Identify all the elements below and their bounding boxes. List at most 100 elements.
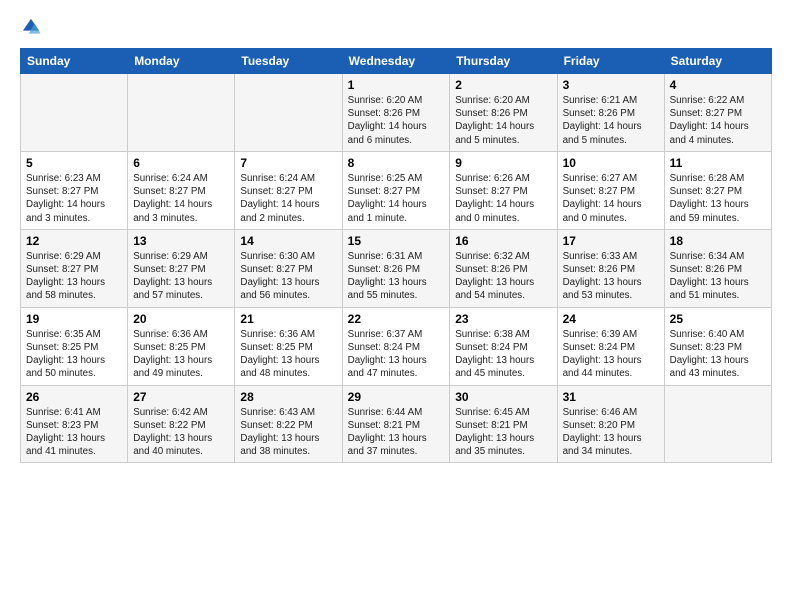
day-info: Sunrise: 6:24 AM Sunset: 8:27 PM Dayligh… bbox=[133, 172, 229, 225]
day-number: 16 bbox=[455, 234, 551, 248]
day-info: Sunrise: 6:35 AM Sunset: 8:25 PM Dayligh… bbox=[26, 328, 122, 381]
calendar-cell: 26 Sunrise: 6:41 AM Sunset: 8:23 PM Dayli… bbox=[21, 385, 128, 463]
calendar-cell: 5 Sunrise: 6:23 AM Sunset: 8:27 PM Daylig… bbox=[21, 151, 128, 229]
day-info: Sunrise: 6:32 AM Sunset: 8:26 PM Dayligh… bbox=[455, 250, 551, 303]
calendar-cell: 29 Sunrise: 6:44 AM Sunset: 8:21 PM Dayli… bbox=[342, 385, 450, 463]
week-row-2: 12 Sunrise: 6:29 AM Sunset: 8:27 PM Dayli… bbox=[21, 229, 772, 307]
calendar-cell: 8Sunrise: 6:25 AM Sunset: 8:27 PM Daylig… bbox=[342, 151, 450, 229]
day-number: 19 bbox=[26, 312, 122, 326]
calendar-cell: 12 Sunrise: 6:29 AM Sunset: 8:27 PM Dayli… bbox=[21, 229, 128, 307]
day-info: Sunrise: 6:22 AM Sunset: 8:27 PM Dayligh… bbox=[670, 94, 766, 147]
calendar-cell: 7Sunrise: 6:24 AM Sunset: 8:27 PM Daylig… bbox=[235, 151, 342, 229]
day-info: Sunrise: 6:31 AM Sunset: 8:26 PM Dayligh… bbox=[348, 250, 445, 303]
logo-text bbox=[20, 16, 44, 38]
calendar-cell: 22Sunrise: 6:37 AM Sunset: 8:24 PM Dayli… bbox=[342, 307, 450, 385]
calendar-cell: 16 Sunrise: 6:32 AM Sunset: 8:26 PM Dayli… bbox=[450, 229, 557, 307]
day-info: Sunrise: 6:28 AM Sunset: 8:27 PM Dayligh… bbox=[670, 172, 766, 225]
calendar-cell: 31Sunrise: 6:46 AM Sunset: 8:20 PM Dayli… bbox=[557, 385, 664, 463]
calendar-cell: 30 Sunrise: 6:45 AM Sunset: 8:21 PM Dayli… bbox=[450, 385, 557, 463]
day-info: Sunrise: 6:38 AM Sunset: 8:24 PM Dayligh… bbox=[455, 328, 551, 381]
day-info: Sunrise: 6:23 AM Sunset: 8:27 PM Dayligh… bbox=[26, 172, 122, 225]
day-info: Sunrise: 6:34 AM Sunset: 8:26 PM Dayligh… bbox=[670, 250, 766, 303]
week-row-0: 1 Sunrise: 6:20 AM Sunset: 8:26 PM Daylig… bbox=[21, 74, 772, 152]
day-info: Sunrise: 6:21 AM Sunset: 8:26 PM Dayligh… bbox=[563, 94, 659, 147]
day-info: Sunrise: 6:20 AM Sunset: 8:26 PM Dayligh… bbox=[348, 94, 445, 147]
day-number: 8 bbox=[348, 156, 445, 170]
calendar-cell: 6 Sunrise: 6:24 AM Sunset: 8:27 PM Daylig… bbox=[128, 151, 235, 229]
week-row-1: 5 Sunrise: 6:23 AM Sunset: 8:27 PM Daylig… bbox=[21, 151, 772, 229]
calendar-body: 1 Sunrise: 6:20 AM Sunset: 8:26 PM Daylig… bbox=[21, 74, 772, 463]
day-number: 3 bbox=[563, 78, 659, 92]
day-info: Sunrise: 6:36 AM Sunset: 8:25 PM Dayligh… bbox=[133, 328, 229, 381]
day-number: 18 bbox=[670, 234, 766, 248]
calendar-cell: 14 Sunrise: 6:30 AM Sunset: 8:27 PM Dayli… bbox=[235, 229, 342, 307]
day-number: 13 bbox=[133, 234, 229, 248]
day-number: 28 bbox=[240, 390, 336, 404]
header-day-wednesday: Wednesday bbox=[342, 49, 450, 74]
day-info: Sunrise: 6:29 AM Sunset: 8:27 PM Dayligh… bbox=[26, 250, 122, 303]
day-info: Sunrise: 6:26 AM Sunset: 8:27 PM Dayligh… bbox=[455, 172, 551, 225]
calendar-cell bbox=[21, 74, 128, 152]
day-number: 24 bbox=[563, 312, 659, 326]
logo bbox=[20, 16, 44, 38]
calendar-cell: 24 Sunrise: 6:39 AM Sunset: 8:24 PM Dayli… bbox=[557, 307, 664, 385]
day-info: Sunrise: 6:39 AM Sunset: 8:24 PM Dayligh… bbox=[563, 328, 659, 381]
calendar-cell: 27 Sunrise: 6:42 AM Sunset: 8:22 PM Dayli… bbox=[128, 385, 235, 463]
day-info: Sunrise: 6:41 AM Sunset: 8:23 PM Dayligh… bbox=[26, 406, 122, 459]
header bbox=[20, 16, 772, 38]
header-day-sunday: Sunday bbox=[21, 49, 128, 74]
header-day-tuesday: Tuesday bbox=[235, 49, 342, 74]
calendar-cell bbox=[235, 74, 342, 152]
calendar-cell bbox=[128, 74, 235, 152]
calendar-cell: 4 Sunrise: 6:22 AM Sunset: 8:27 PM Daylig… bbox=[664, 74, 771, 152]
day-number: 21 bbox=[240, 312, 336, 326]
calendar-cell: 28 Sunrise: 6:43 AM Sunset: 8:22 PM Dayli… bbox=[235, 385, 342, 463]
week-row-3: 19 Sunrise: 6:35 AM Sunset: 8:25 PM Dayli… bbox=[21, 307, 772, 385]
day-info: Sunrise: 6:40 AM Sunset: 8:23 PM Dayligh… bbox=[670, 328, 766, 381]
day-info: Sunrise: 6:44 AM Sunset: 8:21 PM Dayligh… bbox=[348, 406, 445, 459]
day-info: Sunrise: 6:29 AM Sunset: 8:27 PM Dayligh… bbox=[133, 250, 229, 303]
day-info: Sunrise: 6:46 AM Sunset: 8:20 PM Dayligh… bbox=[563, 406, 659, 459]
day-number: 9 bbox=[455, 156, 551, 170]
day-info: Sunrise: 6:36 AM Sunset: 8:25 PM Dayligh… bbox=[240, 328, 336, 381]
day-number: 29 bbox=[348, 390, 445, 404]
calendar-cell: 15 Sunrise: 6:31 AM Sunset: 8:26 PM Dayli… bbox=[342, 229, 450, 307]
day-number: 10 bbox=[563, 156, 659, 170]
day-info: Sunrise: 6:20 AM Sunset: 8:26 PM Dayligh… bbox=[455, 94, 551, 147]
day-info: Sunrise: 6:30 AM Sunset: 8:27 PM Dayligh… bbox=[240, 250, 336, 303]
day-number: 15 bbox=[348, 234, 445, 248]
calendar-cell: 1 Sunrise: 6:20 AM Sunset: 8:26 PM Daylig… bbox=[342, 74, 450, 152]
day-number: 12 bbox=[26, 234, 122, 248]
day-number: 14 bbox=[240, 234, 336, 248]
calendar-cell: 20 Sunrise: 6:36 AM Sunset: 8:25 PM Dayli… bbox=[128, 307, 235, 385]
calendar-header: SundayMondayTuesdayWednesdayThursdayFrid… bbox=[21, 49, 772, 74]
day-info: Sunrise: 6:45 AM Sunset: 8:21 PM Dayligh… bbox=[455, 406, 551, 459]
day-number: 4 bbox=[670, 78, 766, 92]
day-number: 5 bbox=[26, 156, 122, 170]
day-number: 26 bbox=[26, 390, 122, 404]
calendar-cell: 21 Sunrise: 6:36 AM Sunset: 8:25 PM Dayli… bbox=[235, 307, 342, 385]
calendar: SundayMondayTuesdayWednesdayThursdayFrid… bbox=[20, 48, 772, 463]
day-number: 20 bbox=[133, 312, 229, 326]
week-row-4: 26 Sunrise: 6:41 AM Sunset: 8:23 PM Dayli… bbox=[21, 385, 772, 463]
day-info: Sunrise: 6:37 AM Sunset: 8:24 PM Dayligh… bbox=[348, 328, 445, 381]
day-info: Sunrise: 6:33 AM Sunset: 8:26 PM Dayligh… bbox=[563, 250, 659, 303]
day-info: Sunrise: 6:42 AM Sunset: 8:22 PM Dayligh… bbox=[133, 406, 229, 459]
day-number: 23 bbox=[455, 312, 551, 326]
day-number: 27 bbox=[133, 390, 229, 404]
page: SundayMondayTuesdayWednesdayThursdayFrid… bbox=[0, 0, 792, 612]
day-number: 6 bbox=[133, 156, 229, 170]
header-day-saturday: Saturday bbox=[664, 49, 771, 74]
calendar-cell: 18 Sunrise: 6:34 AM Sunset: 8:26 PM Dayli… bbox=[664, 229, 771, 307]
day-number: 7 bbox=[240, 156, 336, 170]
header-day-thursday: Thursday bbox=[450, 49, 557, 74]
header-row: SundayMondayTuesdayWednesdayThursdayFrid… bbox=[21, 49, 772, 74]
day-number: 1 bbox=[348, 78, 445, 92]
day-info: Sunrise: 6:43 AM Sunset: 8:22 PM Dayligh… bbox=[240, 406, 336, 459]
calendar-cell: 19 Sunrise: 6:35 AM Sunset: 8:25 PM Dayli… bbox=[21, 307, 128, 385]
day-number: 30 bbox=[455, 390, 551, 404]
calendar-cell: 10Sunrise: 6:27 AM Sunset: 8:27 PM Dayli… bbox=[557, 151, 664, 229]
day-number: 2 bbox=[455, 78, 551, 92]
header-day-monday: Monday bbox=[128, 49, 235, 74]
day-number: 17 bbox=[563, 234, 659, 248]
